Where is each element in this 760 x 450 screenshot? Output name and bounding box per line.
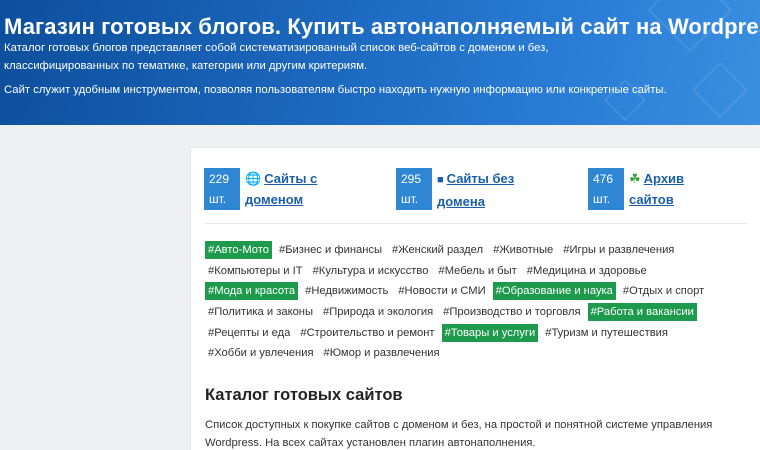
stat-count: 295 <box>401 172 422 186</box>
category-tag[interactable]: #Товары и услуги <box>441 323 539 342</box>
category-tag[interactable]: #Животные <box>490 241 556 259</box>
link-label-line1: Сайты без <box>446 171 515 186</box>
page-title: Магазин готовых блогов. Купить автонапол… <box>4 14 760 39</box>
catalog-card: 229 шт. 🌐 Сайты с доменом 295 шт. ■ Сайты … <box>190 147 760 450</box>
category-tag[interactable]: #Работа и вакансии <box>587 303 697 322</box>
catalog-description-line2: Wordpress. На всех сайтах установлен пла… <box>205 437 536 449</box>
tag-row: #Рецепты и еда #Строительство и ремонт #То… <box>205 322 750 343</box>
stat-count: 229 <box>209 172 230 186</box>
category-tag[interactable]: #Бизнес и финансы <box>276 241 385 259</box>
category-tag[interactable]: #Женский раздел <box>389 241 486 259</box>
stat-count-badge: 229 шт. <box>204 168 240 210</box>
sites-with-domain-link[interactable]: 🌐 Сайты с доменом <box>245 168 317 210</box>
stat-archive: 476 шт. ☘ Архив сайтов <box>588 168 684 210</box>
divider <box>205 223 747 224</box>
category-tag[interactable]: #Медицина и здоровье <box>524 262 650 280</box>
category-tag[interactable]: #Авто-Мото <box>205 241 272 260</box>
category-tags: #Авто-Мото #Бизнес и финансы #Женский разд… <box>205 240 750 364</box>
link-label-line2: доменом <box>245 192 304 207</box>
tag-row: #Авто-Мото #Бизнес и финансы #Женский разд… <box>205 240 750 261</box>
catalog-description-line1: Список доступных к покупке сайтов с доме… <box>205 419 713 431</box>
category-tag[interactable]: #Юмор и развлечения <box>321 344 443 362</box>
clover-icon: ☘ <box>629 171 641 186</box>
tag-row: #Политика и законы #Природа и экология #Пр… <box>205 302 750 323</box>
category-tag[interactable]: #Отдых и спорт <box>620 282 707 300</box>
stat-unit: шт. <box>593 192 611 206</box>
tag-row: #Компьютеры и IT #Культура и искусство #Ме… <box>205 261 750 282</box>
category-tag[interactable]: #Мода и красота <box>205 282 299 301</box>
category-tag[interactable]: #Политика и законы <box>205 303 316 321</box>
header-description-line2: классифицированных по тематике, категори… <box>4 60 368 72</box>
category-tag[interactable]: #Недвижимость <box>302 282 391 300</box>
header-decoration <box>691 61 749 119</box>
stat-without-domain: 295 шт. ■ Сайты без домена <box>396 168 514 210</box>
link-label-line2: домена <box>437 194 485 209</box>
catalog-title: Каталог готовых сайтов <box>205 386 403 404</box>
category-tag[interactable]: #Природа и экология <box>320 303 436 321</box>
globe-icon: 🌐 <box>245 171 262 186</box>
sites-archive-link[interactable]: ☘ Архив сайтов <box>629 168 684 210</box>
category-tag[interactable]: #Мебель и быт <box>435 262 519 280</box>
stat-with-domain: 229 шт. 🌐 Сайты с доменом <box>204 168 317 210</box>
link-label-line1: Архив <box>643 171 685 186</box>
folder-icon: ■ <box>437 174 444 186</box>
stat-unit: шт. <box>209 192 227 206</box>
page-header: Магазин готовых блогов. Купить автонапол… <box>0 0 760 125</box>
link-label-line2: сайтов <box>629 192 674 207</box>
tag-row: #Хобби и увлечения #Юмор и развлечения <box>205 343 750 364</box>
header-description-line1: Каталог готовых блогов представляет собо… <box>4 42 549 54</box>
category-tag[interactable]: #Игры и развлечения <box>560 241 677 259</box>
stat-unit: шт. <box>401 192 419 206</box>
stat-count-badge: 476 шт. <box>588 168 624 210</box>
stat-count-badge: 295 шт. <box>396 168 432 210</box>
link-label-line1: Сайты с <box>264 171 318 186</box>
category-tag[interactable]: #Новости и СМИ <box>395 282 488 300</box>
sites-without-domain-link[interactable]: ■ Сайты без домена <box>437 168 514 212</box>
category-tag[interactable]: #Туризм и путешествия <box>542 324 671 342</box>
category-tag[interactable]: #Производство и торговля <box>440 303 583 321</box>
category-tag[interactable]: #Культура и искусство <box>310 262 432 280</box>
category-tag[interactable]: #Рецепты и еда <box>205 324 293 342</box>
category-tag[interactable]: #Компьютеры и IT <box>205 262 306 280</box>
stat-count: 476 <box>593 172 614 186</box>
header-description-2: Сайт служит удобным инструментом, позвол… <box>4 84 667 96</box>
category-tag[interactable]: #Образование и наука <box>492 282 616 301</box>
tag-row: #Мода и красота #Недвижимость #Новости и С… <box>205 281 750 302</box>
category-tag[interactable]: #Строительство и ремонт <box>297 324 437 342</box>
category-tag[interactable]: #Хобби и увлечения <box>205 344 317 362</box>
catalog-description: Список доступных к покупке сайтов с доме… <box>205 416 745 450</box>
